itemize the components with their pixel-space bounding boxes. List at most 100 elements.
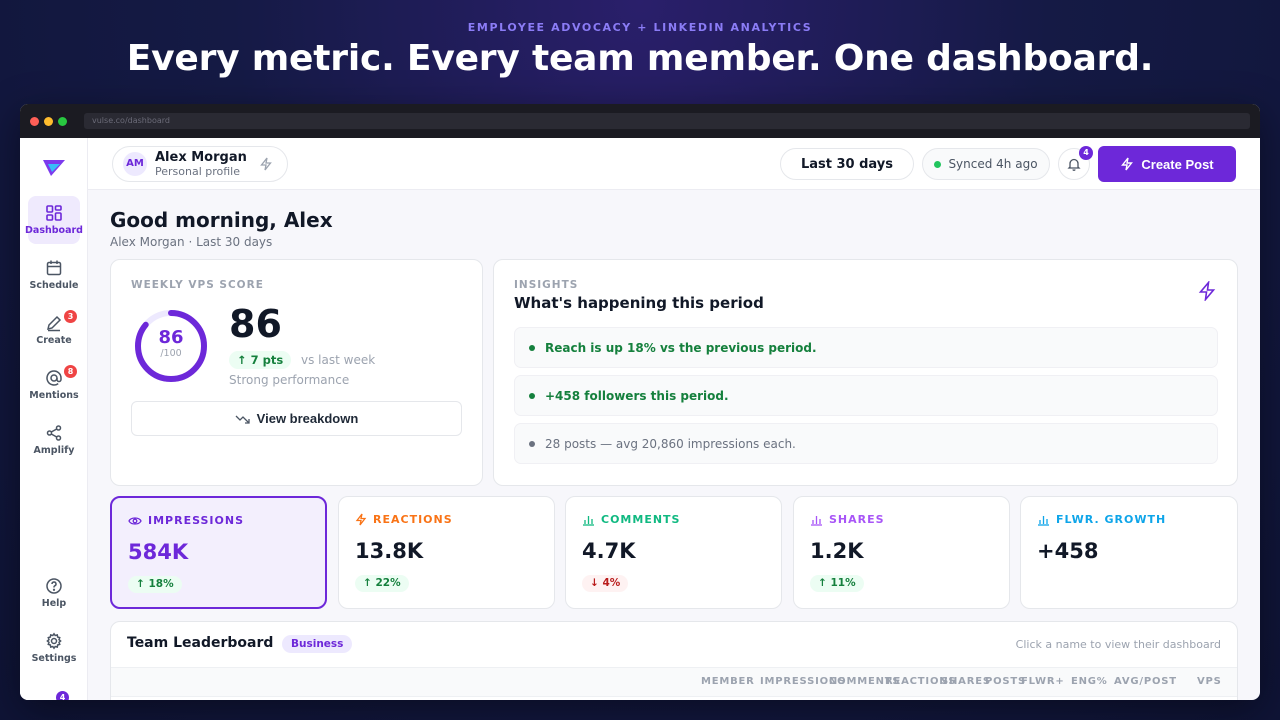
page-title: Good morning, Alex: [110, 208, 333, 232]
metric-label: SHARES: [810, 513, 885, 526]
dashboard-icon: [46, 205, 62, 221]
bolt-icon: [355, 513, 367, 526]
metric-label: IMPRESSIONS: [128, 514, 244, 527]
bolt-icon: [260, 157, 272, 171]
leaderboard-hint: Click a name to view their dashboard: [1015, 638, 1221, 651]
vps-eyebrow: WEEKLY VPS SCORE: [131, 279, 264, 291]
bar-chart-icon: [583, 515, 594, 526]
metric-card-comments[interactable]: COMMENTS 4.7K ↓ 4%: [565, 496, 782, 609]
insight-text: Reach is up 18% vs the previous period.: [545, 340, 817, 355]
col-vps[interactable]: VPS: [1197, 676, 1222, 687]
url-bar[interactable]: vulse.co/dashboard: [84, 113, 1250, 129]
view-breakdown-button[interactable]: View breakdown: [131, 401, 462, 436]
metric-delta-badge: ↑ 22%: [355, 575, 409, 592]
sidebar-item-mentions[interactable]: Mentions 8: [28, 361, 80, 409]
vps-score-value: 86: [229, 302, 282, 346]
create-post-button[interactable]: Create Post: [1098, 146, 1236, 182]
gauge-denominator: /100: [160, 348, 182, 359]
plan-badge: Business: [282, 635, 353, 653]
profile-name: Alex Morgan: [155, 149, 247, 165]
help-icon: [46, 578, 62, 594]
leaderboard-header: MEMBER IMPRESSIONS COMMENTS REACTIONS SH…: [111, 667, 1237, 697]
metric-card-follower-growth[interactable]: FLWR. GROWTH +458: [1020, 496, 1238, 609]
col-shares[interactable]: SHARES: [941, 676, 991, 687]
insights-title: What's happening this period: [514, 294, 764, 312]
app-window: vulse.co/dashboard Dashboard Schedule Cr…: [20, 104, 1260, 700]
sidebar: Dashboard Schedule Create 3 Mentions 8 A…: [20, 138, 88, 700]
trend-down-icon: [235, 415, 250, 424]
extra-count-badge: 4: [56, 691, 69, 700]
sidebar-item-label: Mentions: [29, 390, 79, 401]
top-bar: AM Alex Morgan Personal profile Last 30 …: [88, 138, 1260, 190]
maximize-window-dot[interactable]: [58, 116, 67, 126]
bar-chart-icon: [1038, 515, 1049, 526]
metric-label: REACTIONS: [355, 513, 453, 526]
logo-icon[interactable]: [42, 158, 66, 182]
metric-value: 1.2K: [810, 539, 864, 563]
sidebar-item-schedule[interactable]: Schedule: [28, 251, 80, 299]
avatar: AM: [123, 152, 147, 176]
share-icon: [46, 425, 62, 441]
bar-chart-icon: [811, 515, 822, 526]
eye-icon: [128, 516, 142, 525]
sync-dot-icon: [934, 160, 942, 168]
insights-eyebrow: INSIGHTS: [514, 279, 579, 291]
sidebar-item-settings[interactable]: Settings: [28, 624, 80, 672]
team-leaderboard: Team Leaderboard Business Click a name t…: [110, 621, 1238, 700]
hero-title: Every metric. Every team member. One das…: [126, 38, 1154, 79]
metric-value: 4.7K: [582, 539, 636, 563]
close-window-dot[interactable]: [30, 116, 39, 126]
insights-card: INSIGHTS What's happening this period Re…: [493, 259, 1238, 486]
gauge-score: 86: [158, 327, 184, 348]
insight-item: 28 posts — avg 20,860 impressions each.: [514, 423, 1218, 464]
sidebar-item-dashboard[interactable]: Dashboard: [25, 196, 83, 244]
metric-card-shares[interactable]: SHARES 1.2K ↑ 11%: [793, 496, 1010, 609]
insight-item: +458 followers this period.: [514, 375, 1218, 416]
sidebar-item-label: Create: [36, 335, 72, 346]
sidebar-item-label: Amplify: [33, 445, 75, 456]
metric-card-reactions[interactable]: REACTIONS 13.8K ↑ 22%: [338, 496, 555, 609]
sidebar-item-label: Schedule: [29, 280, 79, 291]
leaderboard-title: Team Leaderboard: [127, 635, 274, 651]
metric-card-impressions[interactable]: IMPRESSIONS 584K ↑ 18%: [110, 496, 327, 609]
metric-label-text: IMPRESSIONS: [148, 514, 245, 527]
profile-switcher[interactable]: AM Alex Morgan Personal profile: [112, 146, 288, 182]
metric-label-text: SHARES: [829, 513, 885, 526]
notifications-button[interactable]: 4: [1058, 146, 1093, 180]
browser-chrome: vulse.co/dashboard: [20, 104, 1260, 138]
col-member[interactable]: MEMBER: [701, 676, 755, 687]
col-followers[interactable]: FLWR+: [1021, 676, 1065, 687]
period-selector[interactable]: Last 30 days: [780, 148, 914, 180]
metric-delta-badge: ↑ 18%: [128, 576, 182, 593]
insight-dot-icon: [529, 392, 535, 399]
col-posts[interactable]: POSTS: [985, 676, 1026, 687]
sidebar-item-label: Help: [41, 598, 67, 609]
bell-icon: [1067, 158, 1081, 171]
metric-label: COMMENTS: [582, 513, 680, 526]
gear-icon: [46, 632, 62, 650]
sidebar-item-help[interactable]: Help: [28, 569, 80, 617]
metric-label-text: COMMENTS: [601, 513, 681, 526]
sidebar-item-label: Dashboard: [25, 225, 83, 236]
sync-text: Synced 4h ago: [948, 157, 1038, 171]
col-avg-post[interactable]: AVG/POST: [1114, 676, 1177, 687]
minimize-window-dot[interactable]: [44, 116, 53, 126]
sidebar-item-create[interactable]: Create 3: [28, 306, 80, 354]
insight-dot-icon: [529, 344, 535, 351]
vps-delta-badge: ↑ 7 pts: [229, 351, 292, 369]
col-engagement[interactable]: ENG%: [1071, 676, 1108, 687]
bolt-icon[interactable]: [1197, 281, 1217, 301]
vps-status: Strong performance: [229, 373, 350, 387]
metric-delta-badge: ↓ 4%: [582, 575, 629, 592]
vps-score-card: WEEKLY VPS SCORE 86 /100 86 ↑ 7 pts vs l…: [110, 259, 483, 486]
metric-label-text: FLWR. GROWTH: [1056, 513, 1167, 526]
insight-item: Reach is up 18% vs the previous period.: [514, 327, 1218, 368]
notification-count-badge: 4: [1079, 146, 1093, 160]
sidebar-item-amplify[interactable]: Amplify: [28, 416, 80, 464]
calendar-icon: [46, 260, 62, 276]
insight-text: 28 posts — avg 20,860 impressions each.: [545, 436, 796, 451]
metric-value: 13.8K: [355, 539, 424, 563]
hero-eyebrow: EMPLOYEE ADVOCACY + LINKEDIN ANALYTICS: [467, 21, 813, 34]
at-icon: [46, 370, 62, 386]
metric-value: +458: [1037, 539, 1099, 563]
